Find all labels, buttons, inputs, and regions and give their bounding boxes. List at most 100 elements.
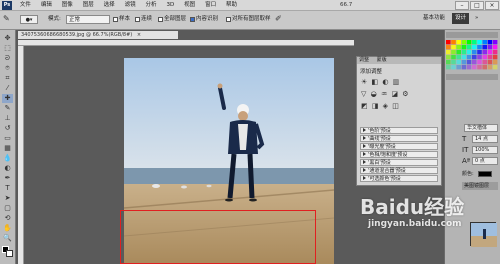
color-swatch[interactable] bbox=[492, 55, 498, 60]
menu-layer[interactable]: 图层 bbox=[79, 0, 98, 11]
color-swatch[interactable] bbox=[466, 55, 472, 60]
move-tool-icon[interactable]: ✥ bbox=[2, 34, 13, 43]
workspace-design[interactable]: 设计 bbox=[452, 13, 470, 24]
selection-rectangle[interactable] bbox=[120, 210, 316, 264]
color-swatch[interactable] bbox=[451, 65, 456, 70]
color-swatch[interactable] bbox=[492, 40, 498, 45]
pen-tool-icon[interactable]: ✒ bbox=[2, 174, 13, 183]
menu-filter[interactable]: 滤镜 bbox=[121, 0, 140, 11]
color-swatch[interactable] bbox=[482, 65, 487, 70]
color-swatch[interactable] bbox=[461, 40, 467, 45]
menu-window[interactable]: 窗口 bbox=[201, 0, 220, 11]
color-swatch[interactable] bbox=[477, 65, 482, 70]
color-swatch[interactable] bbox=[482, 60, 487, 65]
hand-tool-icon[interactable]: ✋ bbox=[2, 224, 13, 233]
preset-curves[interactable]: '曲线'预设 bbox=[360, 135, 438, 142]
color-swatch[interactable] bbox=[456, 45, 461, 50]
color-swatch[interactable] bbox=[472, 40, 477, 45]
color-swatch[interactable] bbox=[482, 45, 487, 50]
adjustment-icons-row-1[interactable]: ☀ ◧ ◐ ▥ bbox=[361, 77, 439, 87]
tracking-field[interactable]: 100% bbox=[472, 146, 498, 154]
type-tool-icon[interactable]: T bbox=[2, 184, 13, 193]
stamp-tool-icon[interactable]: ⊥ bbox=[2, 114, 13, 123]
color-swatch[interactable] bbox=[477, 40, 482, 45]
color-swatch[interactable] bbox=[456, 50, 461, 55]
document-close-icon[interactable]: × bbox=[137, 32, 141, 38]
menu-edit[interactable]: 编辑 bbox=[37, 0, 56, 11]
color-swatch[interactable] bbox=[446, 55, 451, 60]
color-swatch[interactable] bbox=[456, 60, 461, 65]
color-swatch[interactable] bbox=[472, 65, 477, 70]
color-swatch[interactable] bbox=[456, 65, 461, 70]
menu-file[interactable]: 文件 bbox=[16, 0, 35, 11]
mode-select[interactable]: 正常 bbox=[66, 15, 110, 24]
layer-thumbnail[interactable] bbox=[470, 222, 497, 247]
preset-black-white[interactable]: '黑白'预设 bbox=[360, 159, 438, 166]
color-swatch[interactable] bbox=[477, 45, 482, 50]
color-swatch[interactable] bbox=[466, 60, 472, 65]
shape-tool-icon[interactable]: ▢ bbox=[2, 204, 13, 213]
healing-brush-tool-icon[interactable]: ✚ bbox=[2, 94, 13, 103]
menu-help[interactable]: 帮助 bbox=[222, 0, 241, 11]
3d-rotate-tool-icon[interactable]: ⟲ bbox=[2, 214, 13, 223]
color-swatch[interactable] bbox=[492, 65, 498, 70]
brush-tool-icon-2[interactable]: ✎ bbox=[2, 104, 13, 113]
preset-selective-color[interactable]: '可选颜色'预设 bbox=[360, 175, 438, 182]
color-swatch[interactable] bbox=[492, 45, 498, 50]
eyedropper-tool-icon[interactable]: ⁄ bbox=[2, 84, 13, 93]
color-swatch[interactable] bbox=[451, 45, 456, 50]
color-swatch[interactable] bbox=[446, 40, 451, 45]
quick-select-tool-icon[interactable]: ⌾ bbox=[2, 64, 13, 73]
background-color-swatch[interactable] bbox=[6, 250, 13, 257]
color-swatch[interactable] bbox=[451, 55, 456, 60]
aligned-checkbox[interactable] bbox=[135, 17, 140, 22]
sample-all-layers-checkbox[interactable] bbox=[226, 17, 231, 22]
brush-size-picker[interactable]: ●▾ bbox=[20, 15, 38, 24]
color-swatch[interactable] bbox=[487, 45, 493, 50]
color-swatch[interactable] bbox=[451, 50, 456, 55]
color-swatch[interactable] bbox=[472, 60, 477, 65]
zoom-readout[interactable]: 66.7 bbox=[340, 1, 352, 10]
color-swatch[interactable] bbox=[461, 50, 467, 55]
eraser-tool-icon[interactable]: ▭ bbox=[2, 134, 13, 143]
path-select-tool-icon[interactable]: ➤ bbox=[2, 194, 13, 203]
all-layers-checkbox[interactable] bbox=[158, 17, 163, 22]
color-swatch[interactable] bbox=[477, 55, 482, 60]
color-swatch[interactable] bbox=[482, 50, 487, 55]
color-swatch[interactable] bbox=[466, 45, 472, 50]
menu-view[interactable]: 视图 bbox=[180, 0, 199, 11]
workspace-more[interactable]: » bbox=[472, 13, 481, 24]
history-brush-tool-icon[interactable]: ↺ bbox=[2, 124, 13, 133]
color-swatch[interactable] bbox=[482, 55, 487, 60]
color-swatch[interactable] bbox=[477, 50, 482, 55]
maximize-button[interactable]: □ bbox=[470, 1, 484, 10]
font-family-field[interactable]: 华文楷体 bbox=[464, 124, 498, 132]
color-swatch[interactable] bbox=[446, 65, 451, 70]
color-swatch[interactable] bbox=[492, 50, 498, 55]
color-swatch[interactable] bbox=[451, 60, 456, 65]
adjustment-icons-row-2[interactable]: ▽ ◒ ♒ ◪ ⚙ bbox=[361, 89, 439, 99]
menu-select[interactable]: 选择 bbox=[100, 0, 119, 11]
color-swatch[interactable] bbox=[487, 60, 493, 65]
brush-tool-icon[interactable]: ✎ bbox=[3, 14, 13, 24]
crop-tool-icon[interactable]: ⌗ bbox=[2, 74, 13, 83]
color-swatch[interactable] bbox=[472, 55, 477, 60]
text-color-swatch[interactable] bbox=[478, 171, 492, 177]
color-swatch[interactable] bbox=[461, 65, 467, 70]
color-swatch[interactable] bbox=[482, 40, 487, 45]
color-swatch[interactable] bbox=[487, 50, 493, 55]
menu-3d[interactable]: 3D bbox=[162, 0, 178, 11]
color-swatch[interactable] bbox=[451, 40, 456, 45]
content-aware-checkbox[interactable] bbox=[190, 17, 195, 22]
dodge-tool-icon[interactable]: ◐ bbox=[2, 164, 13, 173]
blur-tool-icon[interactable]: 💧 bbox=[2, 154, 13, 163]
marquee-tool-icon[interactable]: ⬚ bbox=[2, 44, 13, 53]
color-swatch[interactable] bbox=[492, 60, 498, 65]
workspace-basic[interactable]: 基本功能 bbox=[420, 13, 448, 24]
baseline-field[interactable]: 0 点 bbox=[472, 157, 498, 165]
color-swatch[interactable] bbox=[466, 40, 472, 45]
color-swatch[interactable] bbox=[456, 40, 461, 45]
color-swatch[interactable] bbox=[477, 60, 482, 65]
adjustment-icons-row-3[interactable]: ◩ ◨ ◈ ◫ bbox=[361, 101, 439, 111]
color-swatch[interactable] bbox=[461, 45, 467, 50]
